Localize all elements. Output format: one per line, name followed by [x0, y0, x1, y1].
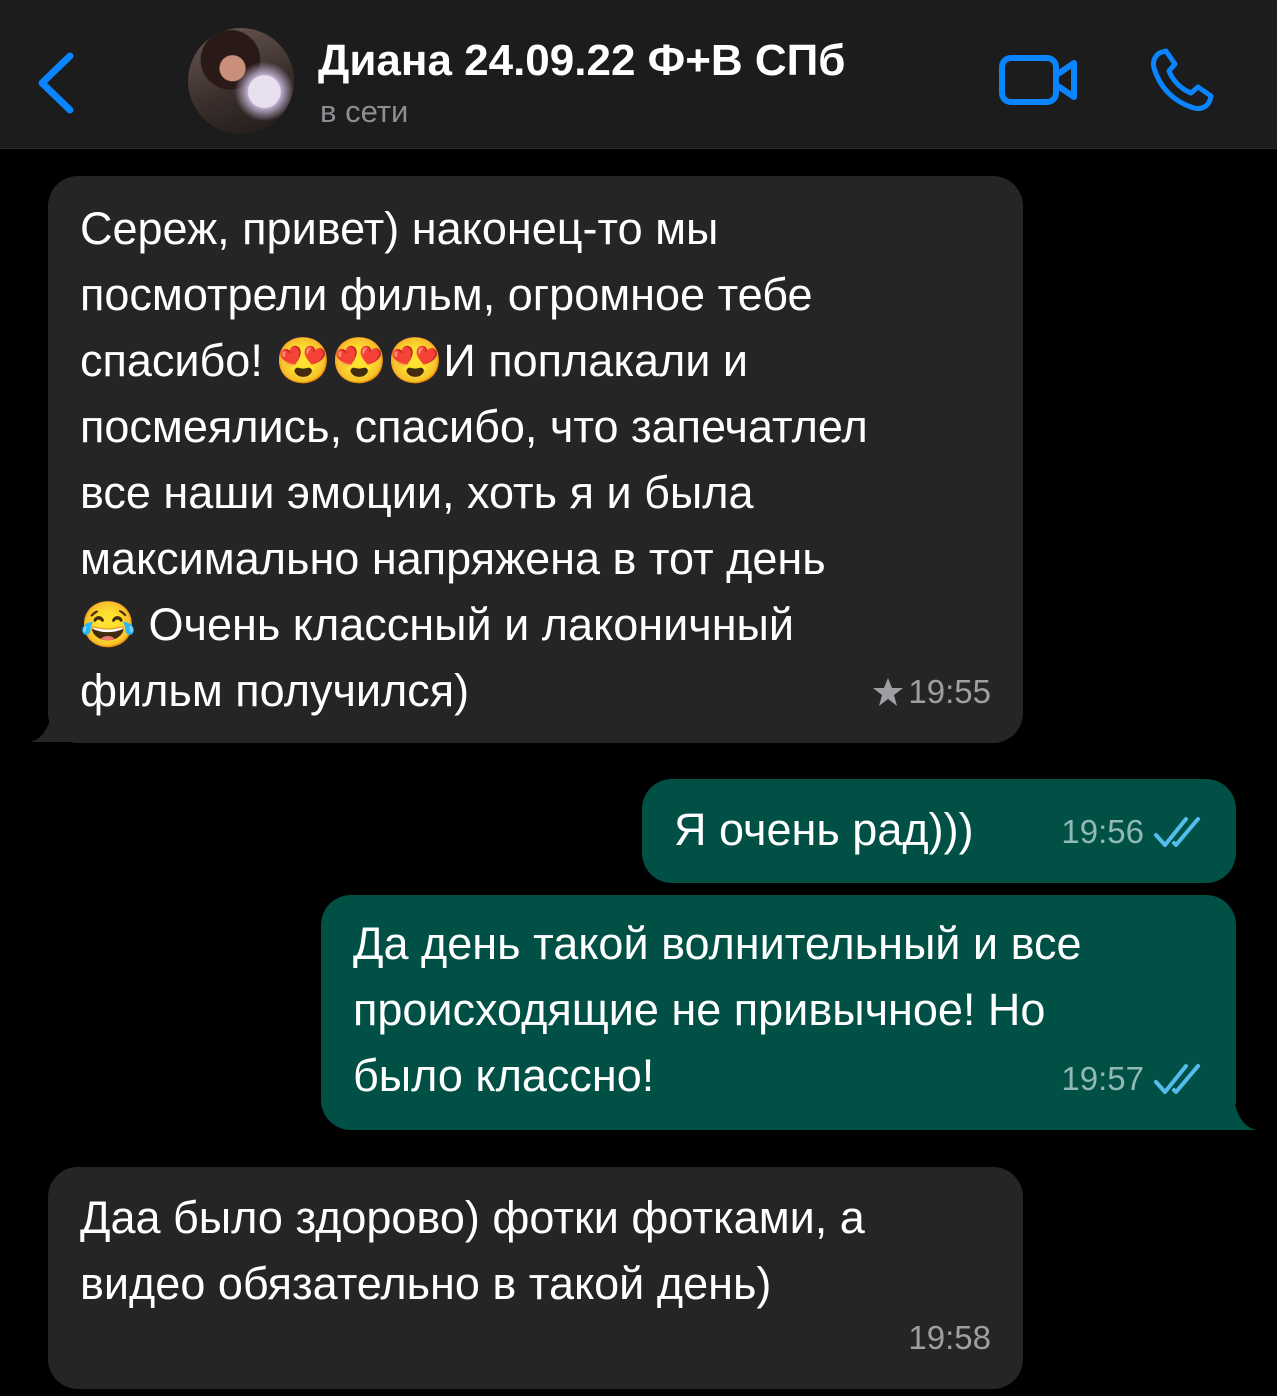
message-bubble[interactable]: Сереж, привет) наконец-то мы посмотрели …: [48, 176, 1023, 743]
back-button[interactable]: [30, 48, 90, 118]
message-time: 19:56: [1061, 813, 1144, 850]
message-meta: 19:55: [872, 659, 991, 725]
voice-call-button[interactable]: [1148, 46, 1216, 114]
contact-name[interactable]: Диана 24.09.22 Ф+В СПб: [318, 36, 845, 86]
message-meta: 19:58: [908, 1305, 991, 1371]
message-text: Даа было здорово) фотки фотками, а видео…: [80, 1192, 865, 1309]
message-bubble[interactable]: Я очень рад))) 19:56: [642, 779, 1236, 883]
message-time: 19:55: [908, 673, 991, 710]
message-bubble[interactable]: Да день такой волнительный и все происхо…: [321, 895, 1236, 1130]
double-check-icon: [1154, 817, 1200, 847]
double-check-icon: [1154, 1064, 1200, 1094]
message-time: 19:57: [1061, 1060, 1144, 1097]
message-text: Сереж, привет) наконец-то мы посмотрели …: [80, 203, 868, 716]
message-time: 19:58: [908, 1319, 991, 1356]
avatar[interactable]: [188, 28, 294, 134]
video-camera-icon: [999, 55, 1077, 105]
message-meta: 19:56: [1061, 799, 1206, 865]
phone-icon: [1151, 48, 1214, 111]
chat-header: Диана 24.09.22 Ф+В СПб в сети: [0, 0, 1277, 149]
star-icon: [873, 678, 904, 706]
chevron-left-icon: [38, 52, 74, 114]
message-meta: 19:57: [1061, 1046, 1206, 1112]
message-bubble[interactable]: Даа было здорово) фотки фотками, а видео…: [48, 1167, 1023, 1389]
video-call-button[interactable]: [998, 50, 1080, 110]
message-text: Да день такой волнительный и все происхо…: [353, 918, 1082, 1101]
message-text: Я очень рад))): [674, 804, 974, 855]
contact-status: в сети: [320, 94, 409, 129]
